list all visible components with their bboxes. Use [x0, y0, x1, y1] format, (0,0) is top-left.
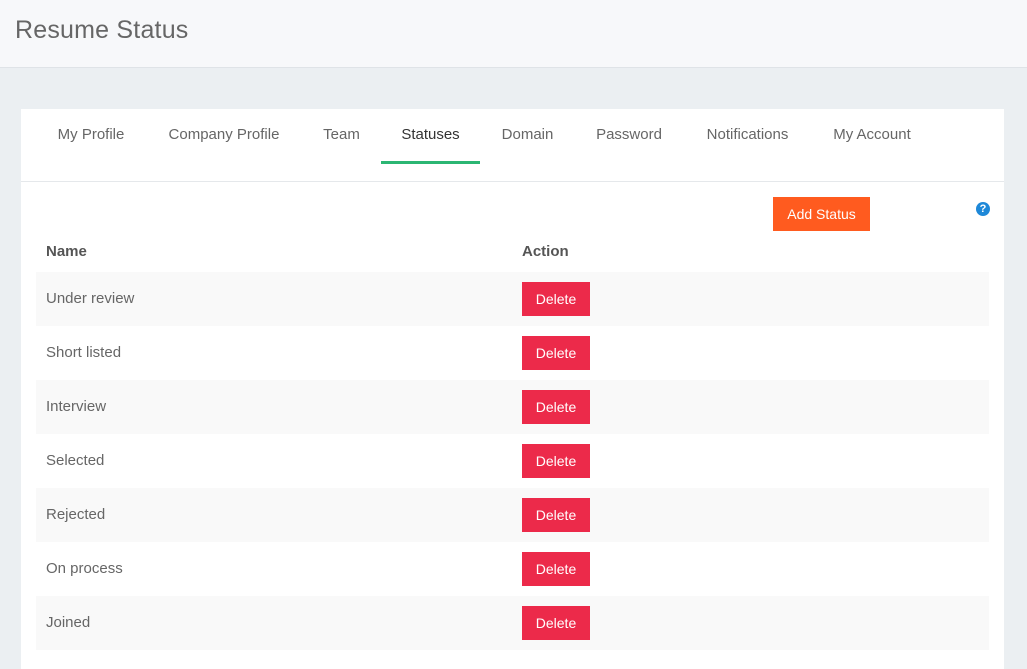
tab-domain[interactable]: Domain	[480, 109, 575, 164]
add-status-button[interactable]: Add Status	[773, 197, 870, 231]
delete-button[interactable]: Delete	[522, 606, 590, 640]
table-row: Interview Delete	[36, 380, 989, 434]
status-name: Rejected	[46, 506, 106, 523]
settings-tabs: My Profile Company Profile Team Statuses…	[21, 109, 1004, 182]
tab-my-account[interactable]: My Account	[812, 109, 932, 164]
table-row: Under review Delete	[36, 272, 989, 326]
settings-card: My Profile Company Profile Team Statuses…	[21, 109, 1004, 669]
page-header: Resume Status	[0, 0, 1027, 68]
status-name: Short listed	[46, 344, 122, 361]
tab-password[interactable]: Password	[575, 109, 683, 164]
table-row: Joined Delete	[36, 596, 989, 650]
table-row: On process Delete	[36, 542, 989, 596]
status-table-body: Under review Delete Short listed Delete …	[36, 272, 989, 650]
tab-my-profile[interactable]: My Profile	[36, 109, 146, 164]
table-header: Name Action	[36, 233, 989, 271]
table-row: Selected Delete	[36, 434, 989, 488]
table-row: Short listed Delete	[36, 326, 989, 380]
delete-button[interactable]: Delete	[522, 390, 590, 424]
question-circle-icon[interactable]: ?	[976, 202, 990, 216]
delete-button[interactable]: Delete	[522, 498, 590, 532]
status-name: Joined	[46, 614, 91, 631]
tab-notifications[interactable]: Notifications	[683, 109, 812, 164]
status-name: Interview	[46, 398, 107, 415]
tab-team[interactable]: Team	[302, 109, 381, 164]
status-name: Selected	[46, 452, 105, 469]
status-name: On process	[46, 560, 123, 577]
page-title: Resume Status	[15, 16, 189, 44]
delete-button[interactable]: Delete	[522, 282, 590, 316]
status-name: Under review	[46, 290, 135, 307]
delete-button[interactable]: Delete	[522, 336, 590, 370]
delete-button[interactable]: Delete	[522, 552, 590, 586]
tab-statuses[interactable]: Statuses	[381, 109, 480, 164]
table-row: Rejected Delete	[36, 488, 989, 542]
delete-button[interactable]: Delete	[522, 444, 590, 478]
tab-company-profile[interactable]: Company Profile	[146, 109, 302, 164]
column-header-action: Action	[522, 243, 569, 260]
column-header-name: Name	[46, 243, 87, 260]
